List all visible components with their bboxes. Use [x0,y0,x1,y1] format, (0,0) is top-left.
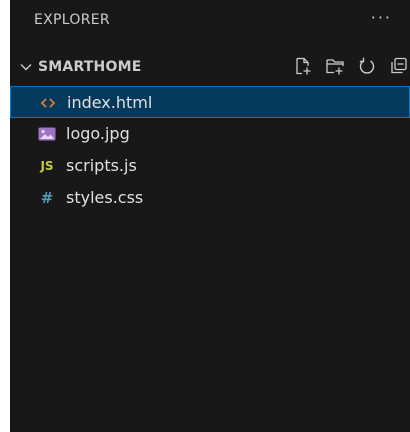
explorer-panel: EXPLORER ··· SMARTHOME index.html logo.j… [10,0,410,432]
new-folder-icon [326,59,344,75]
chevron-down-icon [18,59,34,75]
collapse-all-icon [391,57,407,74]
collapse-folders-button[interactable] [388,55,410,77]
js-file-icon: JS [40,159,54,173]
explorer-title: EXPLORER [34,12,110,28]
file-name: styles.css [66,188,144,207]
file-item-logo-jpg[interactable]: logo.jpg [10,118,410,150]
more-actions-button[interactable]: ··· [371,8,392,27]
new-folder-button[interactable] [324,55,346,77]
file-tree: index.html logo.jpg JS scripts.js # styl… [10,86,410,214]
new-file-icon [296,57,311,75]
folder-name: SMARTHOME [38,59,142,75]
file-item-styles-css[interactable]: # styles.css [10,182,410,214]
file-name: logo.jpg [66,124,130,143]
new-file-button[interactable] [292,55,314,77]
css-file-icon: # [40,189,54,207]
file-name: index.html [67,93,153,112]
file-item-index-html[interactable]: index.html [10,86,410,118]
refresh-icon [359,57,375,74]
image-file-icon [38,126,56,142]
file-name: scripts.js [66,156,137,175]
folder-section-header[interactable]: SMARTHOME [10,52,410,82]
explorer-header: EXPLORER ··· [10,0,410,44]
file-item-scripts-js[interactable]: JS scripts.js [10,150,410,182]
refresh-explorer-button[interactable] [356,55,378,77]
section-actions [292,55,410,81]
html-file-icon [39,95,57,111]
